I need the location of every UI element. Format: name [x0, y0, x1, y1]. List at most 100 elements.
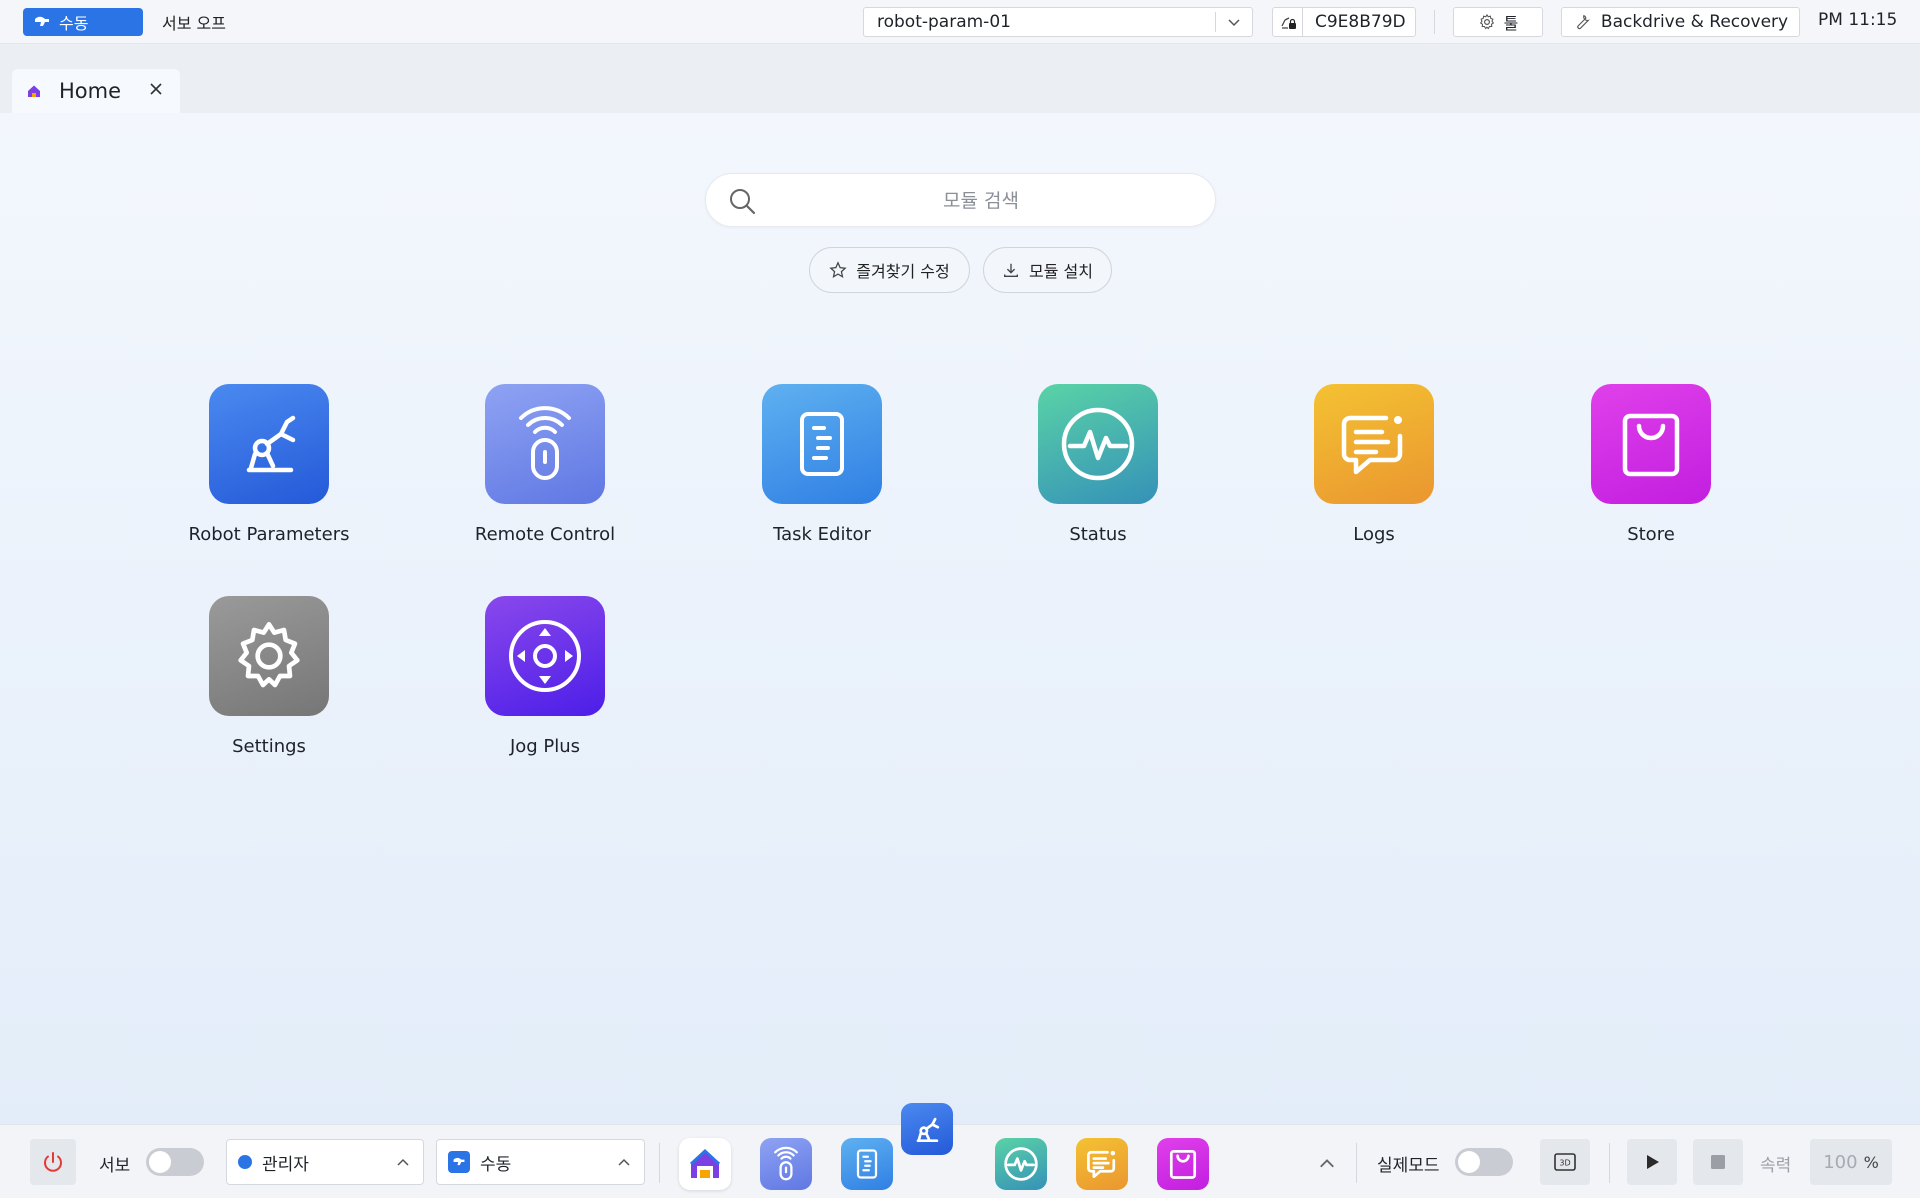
tab-label: Home [59, 79, 122, 103]
dock-logs[interactable] [1076, 1138, 1128, 1190]
app-settings[interactable]: Settings [159, 596, 379, 757]
install-module-button[interactable]: 모듈 설치 [983, 247, 1112, 293]
robot-serial: C9E8B79D [1272, 7, 1416, 37]
real-mode-toggle[interactable] [1455, 1148, 1513, 1176]
speed-unit: % [1863, 1152, 1879, 1172]
backdrive-recovery-button[interactable]: Backdrive & Recovery [1561, 7, 1800, 37]
toggle-knob [1458, 1151, 1480, 1173]
view-3d-text: 3D [1559, 1159, 1570, 1168]
power-icon [44, 1152, 62, 1172]
joystick-icon [485, 596, 605, 716]
close-icon[interactable] [146, 79, 166, 99]
stop-icon [1711, 1155, 1725, 1169]
home-tab-icon [28, 85, 40, 97]
app-label: Settings [232, 736, 306, 757]
top-bar: 수동 서보 오프 robot-param-01 C9E8B79D 툴 Backd… [0, 0, 1920, 44]
bottom-divider [659, 1143, 660, 1183]
app-robot-parameters[interactable]: Robot Parameters [159, 384, 379, 545]
search-icon [730, 189, 756, 215]
tool-label: 툴 [1503, 14, 1519, 33]
teach-pendant-icon [448, 1151, 470, 1173]
operation-mode-label: 수동 [59, 14, 89, 33]
app-label: Jog Plus [509, 736, 581, 757]
app-status[interactable]: Status [988, 384, 1208, 545]
speed-label: 속력 [1760, 1156, 1792, 1176]
dock-store[interactable] [1157, 1138, 1209, 1190]
home-icon [689, 1148, 721, 1178]
tool-button[interactable]: 툴 [1453, 7, 1543, 37]
bottom-bar: 서보 관리자 수동 실제모드 3D 속력 100 % [0, 1103, 1920, 1198]
app-label: Logs [1353, 524, 1395, 545]
chevron-up-icon[interactable] [1317, 1153, 1337, 1173]
dock-task-editor[interactable] [841, 1138, 893, 1190]
robot-select-value: robot-param-01 [877, 12, 1011, 32]
operation-mode-badge[interactable]: 수동 [23, 8, 143, 36]
app-jog-plus[interactable]: Jog Plus [435, 596, 655, 757]
robot-arm-icon [209, 384, 329, 504]
app-label: Task Editor [773, 524, 871, 545]
robot-arm-icon [916, 1117, 940, 1143]
download-icon [1004, 263, 1018, 277]
app-store[interactable]: Store [1541, 384, 1761, 545]
role-indicator-dot [238, 1155, 252, 1169]
dock-robot-parameters[interactable] [901, 1103, 953, 1155]
mode-value: 수동 [480, 1154, 512, 1175]
app-label: Robot Parameters [188, 524, 350, 545]
app-logs[interactable]: Logs [1264, 384, 1484, 545]
bottom-divider [1609, 1143, 1610, 1183]
dock-remote-control[interactable] [760, 1138, 812, 1190]
backdrive-label: Backdrive & Recovery [1600, 12, 1789, 32]
dock-status[interactable] [995, 1138, 1047, 1190]
real-mode-label: 실제모드 [1377, 1156, 1440, 1176]
gear-icon [209, 596, 329, 716]
home-content: 즐겨찾기 수정 모듈 설치 Robot Parameters [0, 113, 1920, 1124]
gear-icon [1479, 13, 1494, 30]
toggle-knob [149, 1151, 171, 1173]
bottom-divider [1356, 1143, 1357, 1183]
chevron-up-icon [618, 1158, 630, 1166]
robot-select[interactable]: robot-param-01 [863, 7, 1253, 37]
module-search[interactable] [705, 173, 1216, 227]
remote-icon [774, 1146, 798, 1181]
search-input[interactable] [766, 184, 1196, 218]
shopping-bag-icon [1169, 1150, 1197, 1179]
select-divider [1215, 12, 1216, 32]
servo-status-text: 서보 오프 [162, 14, 226, 33]
clock: PM 11:15 [1818, 10, 1898, 30]
serial-text: C9E8B79D [1315, 12, 1406, 32]
user-role-select[interactable]: 관리자 [226, 1139, 424, 1185]
app-task-editor[interactable]: Task Editor [712, 384, 932, 545]
tab-home[interactable]: Home [12, 69, 180, 113]
chevron-up-icon [397, 1158, 409, 1166]
document-icon [856, 1149, 878, 1179]
install-module-label: 모듈 설치 [1029, 262, 1093, 281]
speed-field[interactable]: 100 % [1810, 1139, 1892, 1185]
star-icon [829, 261, 847, 279]
remote-icon [485, 384, 605, 504]
power-button[interactable] [30, 1139, 76, 1185]
play-button[interactable] [1627, 1139, 1677, 1185]
tab-strip: Home [0, 44, 1920, 113]
cube-3d-icon: 3D [1554, 1153, 1576, 1171]
chat-log-icon [1087, 1150, 1116, 1179]
speed-value: 100 [1823, 1151, 1858, 1173]
topbar-divider [1434, 10, 1435, 34]
teach-pendant-icon [35, 16, 49, 26]
chevron-down-icon [1228, 19, 1240, 27]
operation-mode-select[interactable]: 수동 [436, 1139, 645, 1185]
app-label: Store [1627, 524, 1675, 545]
servo-label: 서보 [99, 1156, 131, 1176]
app-remote-control[interactable]: Remote Control [435, 384, 655, 545]
play-icon [1647, 1155, 1659, 1169]
document-icon [762, 384, 882, 504]
dock-home[interactable] [679, 1138, 731, 1190]
edit-favorites-button[interactable]: 즐겨찾기 수정 [809, 247, 970, 293]
stop-button[interactable] [1693, 1139, 1743, 1185]
pulse-icon [1004, 1147, 1038, 1181]
app-label: Remote Control [474, 524, 616, 545]
view-3d-button[interactable]: 3D [1540, 1139, 1590, 1185]
shopping-bag-icon [1591, 384, 1711, 504]
servo-toggle[interactable] [146, 1148, 204, 1176]
app-label: Status [1069, 524, 1127, 545]
role-value: 관리자 [262, 1154, 309, 1175]
